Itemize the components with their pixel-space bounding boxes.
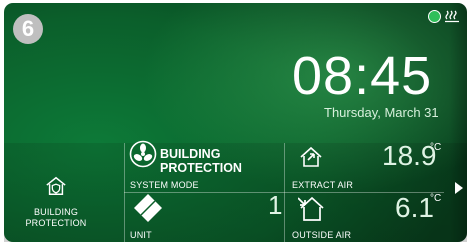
unit-value: 1 [268,190,283,220]
unit-tile[interactable]: UNIT 1 [125,190,284,242]
system-mode-tile[interactable]: BUILDING PROTECTION SYSTEM MODE [125,140,284,192]
house-arrow-out-icon [298,196,324,221]
fan-icon [129,140,157,168]
extract-air-tile[interactable]: EXTRACT AIR 18.9 °C [285,140,447,192]
diamond-icon [134,194,162,222]
outside-air-unit: °C [430,193,442,204]
status-dot-icon [428,10,441,23]
outside-air-tile[interactable]: OUTSIDE AIR 6.1 °C [285,192,447,242]
clock-time: 08:45 [292,46,433,106]
chevron-right-icon[interactable] [454,181,464,195]
outside-air-temperature: 6.1 [395,192,434,223]
heater-icon [445,10,459,23]
building-protection-label-line2: PROTECTION [25,218,87,228]
building-protection-label: BUILDING PROTECTION [20,207,92,229]
unit-label: UNIT [130,230,152,240]
house-arrow-in-icon [300,146,322,167]
clock-date: Thursday, March 31 [324,105,439,120]
extract-air-temperature: 18.9 [382,140,437,171]
step-number-badge: 6 [13,14,43,44]
system-mode-label: SYSTEM MODE [130,180,199,190]
building-protection-label-line1: BUILDING [33,207,79,217]
outside-air-label: OUTSIDE AIR [292,230,352,240]
system-mode-value: BUILDING PROTECTION [160,147,242,175]
extract-air-label: EXTRACT AIR [292,180,354,190]
extract-air-unit: °C [430,142,442,153]
building-protection-tile[interactable]: BUILDING PROTECTION [4,143,124,242]
house-shield-icon [46,176,66,195]
